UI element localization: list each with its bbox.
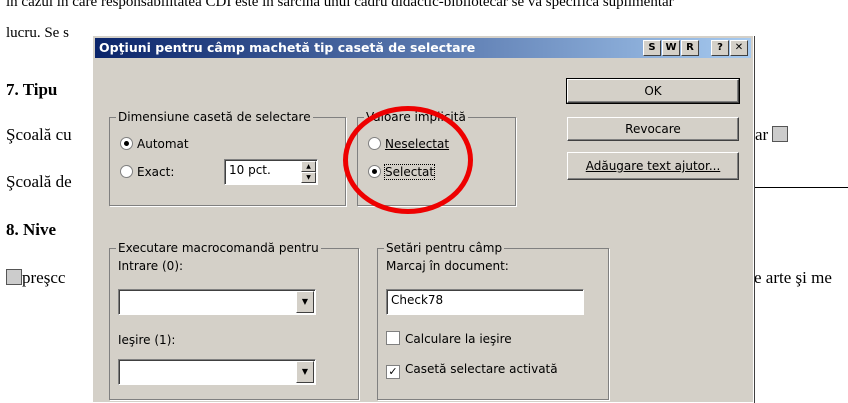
doc-heading-7: 7. Tipu — [6, 80, 58, 99]
doc-row-1-right-text: ar — [755, 125, 769, 144]
radio-auto-indicator[interactable] — [120, 137, 133, 150]
check-icon[interactable]: ✓ — [386, 365, 400, 379]
field-settings-group: Setări pentru câmp Marcaj în document: C… — [377, 241, 609, 400]
add-help-text-label: Adăugare text ajutor... — [585, 159, 721, 173]
radio-exact[interactable]: Exact: — [120, 165, 174, 179]
doc-row-3-right: e arte şi me — [754, 268, 832, 287]
macro-group: Executare macrocomandă pentru Intrare (0… — [109, 241, 359, 400]
size-group: Dimensiune casetă de selectare Automat E… — [109, 110, 346, 206]
chevron-down-icon[interactable]: ▼ — [296, 361, 314, 383]
doc-line-2: lucru. Se s — [6, 25, 69, 41]
radio-auto-label: Automat — [137, 137, 189, 151]
doc-checkbox-field[interactable] — [6, 269, 22, 285]
ok-button[interactable]: OK — [566, 78, 740, 104]
calc-on-exit-label: Calculare la ieşire — [405, 332, 512, 346]
doc-row-3-left: preşcc — [6, 268, 65, 288]
titlebar-s-button[interactable]: S — [643, 40, 661, 56]
doc-row-1-left: Şcoală cu — [6, 125, 72, 144]
doc-line-1: în cazul în care responsabilitatea CDI e… — [6, 0, 674, 10]
entry-macro-label: Intrare (0): — [118, 259, 184, 273]
dialog-title: Opţiuni pentru câmp machetă tip casetă d… — [99, 40, 476, 55]
checkbox-field-options-dialog: Opţiuni pentru câmp machetă tip casetă d… — [92, 35, 754, 403]
titlebar-w-button[interactable]: W — [662, 40, 680, 56]
calc-on-exit-box[interactable] — [386, 331, 400, 345]
red-annotation-circle — [343, 106, 473, 214]
spin-up-icon[interactable]: ▲ — [301, 161, 316, 172]
entry-macro-select[interactable]: ▼ — [118, 289, 316, 315]
enabled-label: Casetă selectare activată — [405, 362, 558, 376]
bookmark-value: Check78 — [391, 293, 444, 307]
bookmark-input[interactable]: Check78 — [386, 289, 584, 315]
radio-exact-indicator[interactable] — [120, 165, 133, 178]
doc-heading-8: 8. Nive — [6, 220, 57, 239]
titlebar-r-button[interactable]: R — [681, 40, 699, 56]
radio-auto[interactable]: Automat — [120, 137, 189, 151]
size-spinner[interactable]: ▲ ▼ — [301, 161, 316, 183]
exit-macro-label: Ieşire (1): — [118, 333, 176, 347]
cancel-button[interactable]: Revocare — [567, 117, 739, 141]
doc-checkbox-field[interactable] — [772, 126, 789, 142]
doc-row-2-left: Şcoală de — [6, 172, 72, 191]
help-button[interactable]: ? — [711, 40, 729, 56]
doc-divider — [740, 187, 848, 188]
dialog-titlebar[interactable]: Opţiuni pentru câmp machetă tip casetă d… — [95, 38, 751, 58]
exit-macro-select[interactable]: ▼ — [118, 359, 316, 385]
enabled-checkbox[interactable]: ✓ Casetă selectare activată — [386, 362, 558, 379]
radio-exact-label: Exact: — [137, 165, 175, 179]
spin-down-icon[interactable]: ▼ — [301, 172, 316, 183]
bookmark-label: Marcaj în document: — [386, 259, 509, 273]
close-icon[interactable]: ✕ — [730, 40, 748, 56]
chevron-down-icon[interactable]: ▼ — [296, 291, 314, 313]
size-exact-value: 10 pct. — [229, 163, 271, 177]
add-help-text-button[interactable]: Adăugare text ajutor... — [567, 152, 739, 180]
calc-on-exit-checkbox[interactable]: Calculare la ieşire — [386, 331, 512, 346]
doc-row-3-left-text: preşcc — [22, 268, 66, 287]
size-group-legend: Dimensiune casetă de selectare — [116, 110, 313, 124]
macro-group-legend: Executare macrocomandă pentru — [116, 241, 321, 255]
size-exact-input[interactable]: 10 pct. ▲ ▼ — [224, 159, 318, 185]
doc-row-1-right: ar — [755, 125, 789, 145]
field-settings-legend: Setări pentru câmp — [384, 241, 505, 255]
